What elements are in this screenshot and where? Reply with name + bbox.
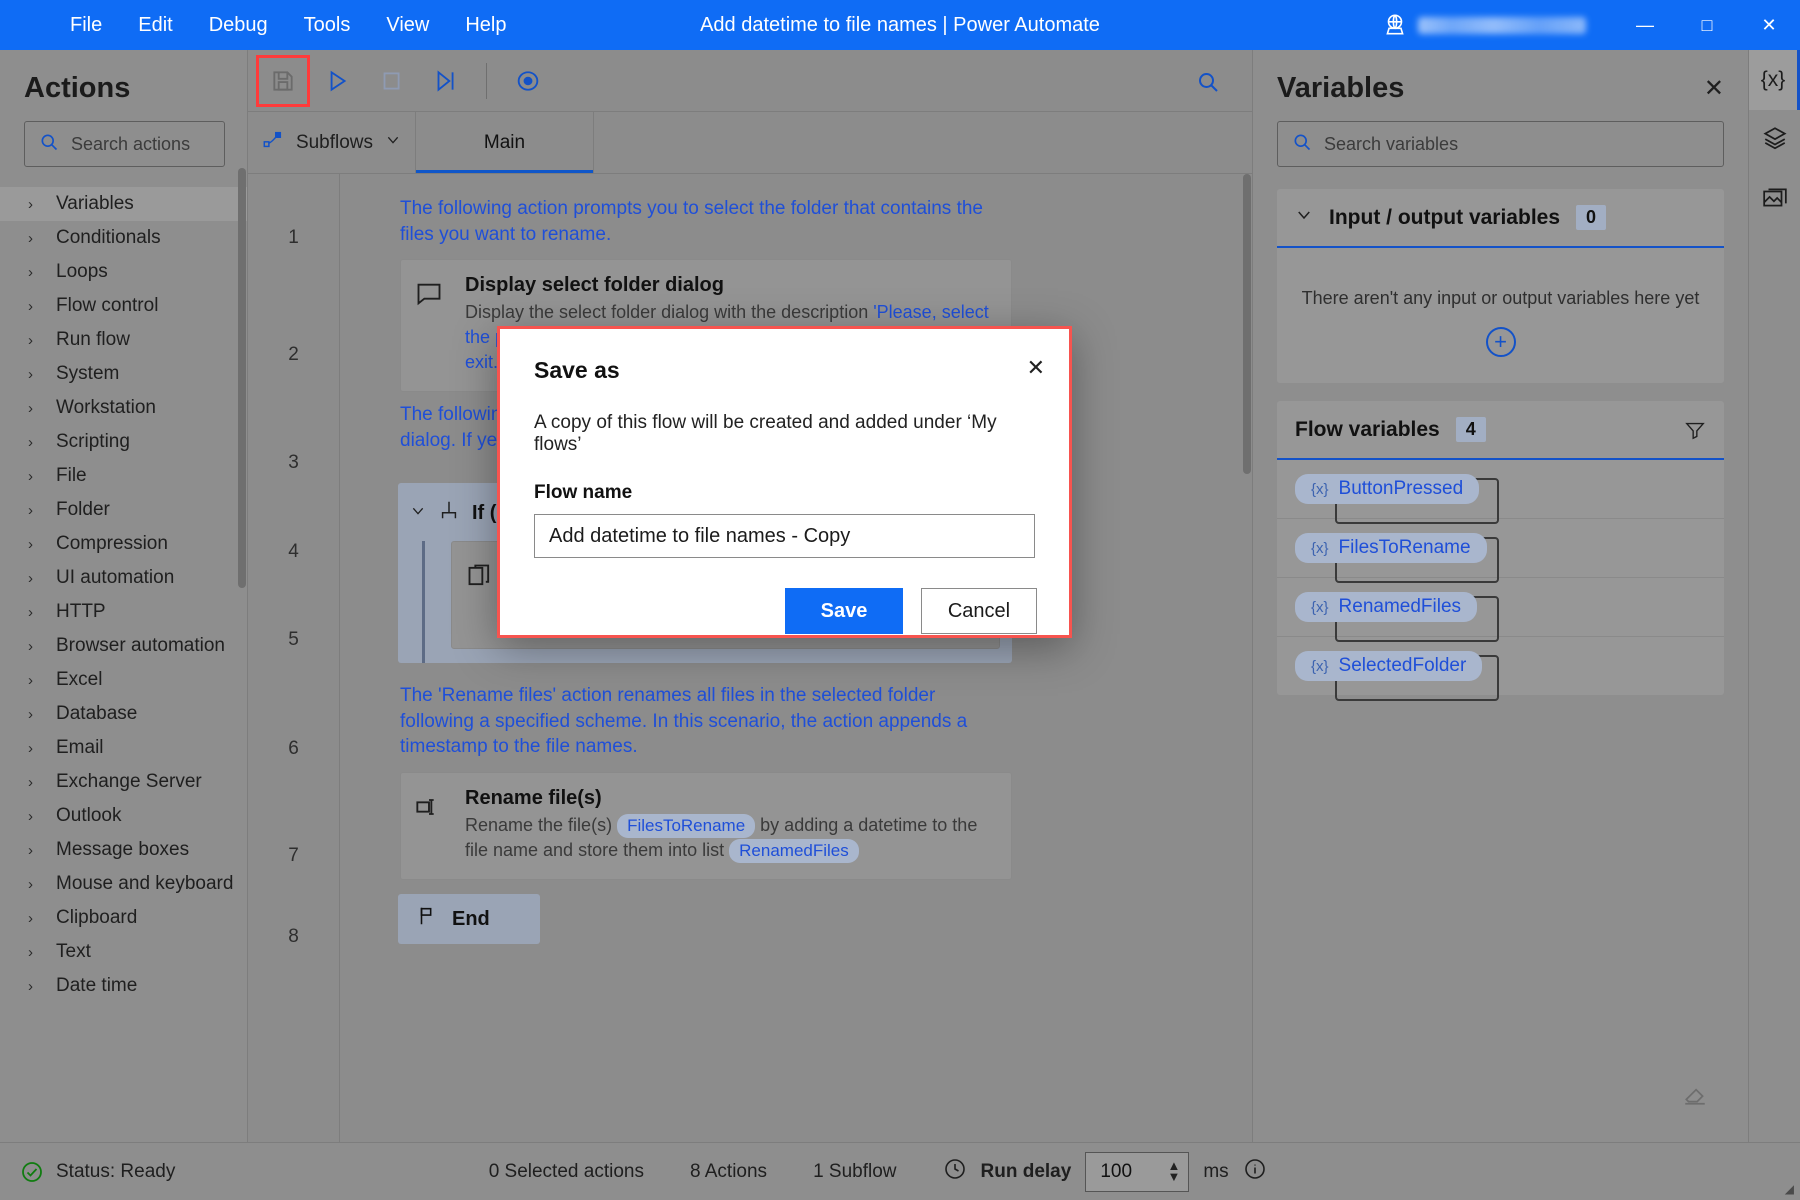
variable-brace-icon: {x} <box>1311 540 1329 557</box>
variable-brace-icon: {x} <box>1311 658 1329 675</box>
variable-pill[interactable]: {x} RenamedFiles <box>1295 592 1477 622</box>
save-as-dialog: Save as ✕ A copy of this flow will be cr… <box>497 326 1072 638</box>
variable-pill[interactable]: {x} SelectedFolder <box>1295 651 1482 681</box>
power-automate-window: File Edit Debug Tools View Help Add date… <box>0 0 1800 1200</box>
variable-pill[interactable]: {x} FilesToRename <box>1295 533 1487 563</box>
dialog-header: Save as ✕ <box>500 329 1069 384</box>
dialog-title: Save as <box>534 357 620 384</box>
variable-brace-icon: {x} <box>1311 599 1329 616</box>
flow-name-input[interactable]: Add datetime to file names - Copy <box>534 514 1035 558</box>
dialog-close-icon[interactable]: ✕ <box>1027 357 1045 379</box>
save-button[interactable]: Save <box>785 588 903 634</box>
variable-name: RenamedFiles <box>1339 596 1462 618</box>
cancel-button[interactable]: Cancel <box>921 588 1037 634</box>
variable-name: SelectedFolder <box>1339 655 1467 677</box>
variable-name: ButtonPressed <box>1339 478 1464 500</box>
dialog-actions: Save Cancel <box>500 558 1069 634</box>
variable-name: FilesToRename <box>1339 537 1471 559</box>
dialog-message: A copy of this flow will be created and … <box>500 384 1069 456</box>
flow-name-label: Flow name <box>500 456 1069 504</box>
variable-brace-icon: {x} <box>1311 481 1329 498</box>
variable-pill[interactable]: {x} ButtonPressed <box>1295 474 1479 504</box>
